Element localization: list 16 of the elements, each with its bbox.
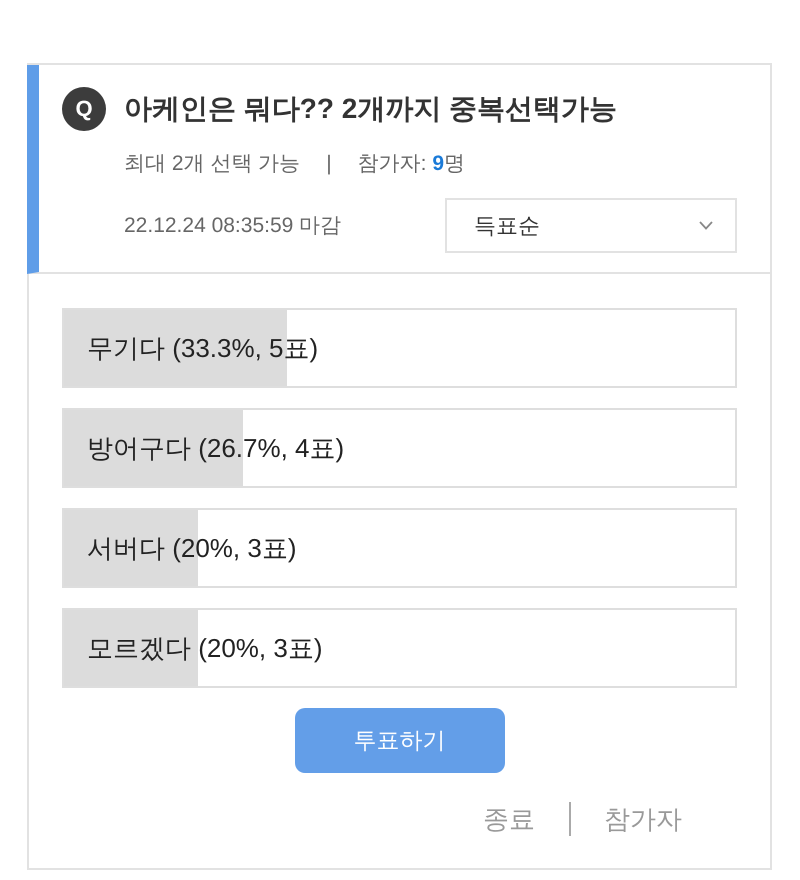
option-label: 무기다 (33.3%, 5표) <box>86 332 320 365</box>
chevron-down-icon <box>699 221 713 230</box>
poll-option[interactable]: 무기다 (33.3%, 5표) <box>62 308 737 388</box>
poll-option[interactable]: 모르겠다 (20%, 3표) <box>62 608 737 688</box>
deadline-text: 22.12.24 08:35:59 마감 <box>124 212 342 239</box>
option-label: 모르겠다 (20%, 3표) <box>86 632 324 665</box>
sort-dropdown[interactable]: 득표순 <box>445 198 737 253</box>
poll-option[interactable]: 서버다 (20%, 3표) <box>62 508 737 588</box>
poll-option[interactable]: 방어구다 (26.7%, 4표) <box>62 408 737 488</box>
option-label: 방어구다 (26.7%, 4표) <box>86 432 346 465</box>
option-label: 서버다 (20%, 3표) <box>86 532 298 565</box>
separator-text: | <box>326 151 332 177</box>
poll-title: 아케인은 뭐다?? 2개까지 중복선택가능 <box>124 92 618 126</box>
question-badge: Q <box>62 87 106 131</box>
participant-count-text: 참가자: 9명 <box>358 151 466 177</box>
selection-limit-text: 최대 2개 선택 가능 <box>124 151 300 177</box>
